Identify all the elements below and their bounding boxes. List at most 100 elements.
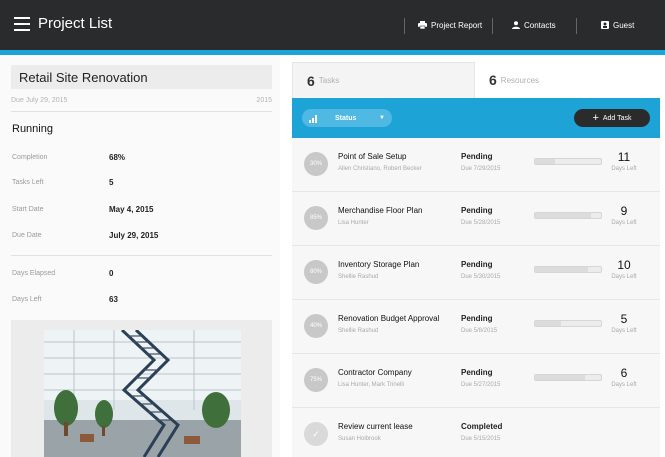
task-progress-badge: 80% [304,260,328,284]
project-title: Retail Site Renovation [19,70,148,85]
task-row[interactable]: 85% Merchandise Floor Plan Lisa Hunter P… [292,192,660,246]
task-name: Review current lease [338,422,413,431]
task-progress-badge: 75% [304,368,328,392]
task-name: Renovation Budget Approval [338,314,440,323]
plus-icon: + [592,112,599,124]
top-bar: Project List Project Report Contacts Gue… [0,0,665,50]
task-progress-badge: 40% [304,314,328,338]
stat-label: Days Left [12,296,42,303]
nav-divider [404,18,405,34]
project-photo-frame [11,320,272,457]
project-due-line: Due July 29, 2015 2015 [11,97,272,104]
days-label: Days Left [611,274,637,280]
nav-label: Contacts [524,20,556,30]
task-toolbar: Status ▼ + Add Task [292,98,660,138]
printer-icon [418,21,427,29]
task-name: Contractor Company [338,368,412,377]
nav-guest[interactable]: Guest [601,0,634,50]
task-row[interactable]: 30% Point of Sale Setup Allen Christiano… [292,138,660,192]
task-assignees: Shellie Rashud [338,328,379,334]
task-row[interactable]: 75% Contractor Company Lisa Hunter, Mark… [292,354,660,408]
task-progress-bar [534,212,602,219]
stat-value: 0 [109,269,114,278]
stat-label: Due Date [12,232,42,239]
status-filter-dropdown[interactable]: Status ▼ [302,109,392,127]
project-photo [44,330,241,457]
task-assignees: Susan Holbrook [338,436,381,442]
task-row[interactable]: 80% Inventory Storage Plan Shellie Rashu… [292,246,660,300]
task-row[interactable]: 40% Renovation Budget Approval Shellie R… [292,300,660,354]
days-number: 6 [620,366,628,380]
days-number: 9 [620,204,628,218]
task-progress-badge: 30% [304,152,328,176]
task-days-left: 5 Days Left [604,312,644,334]
nav-project-report[interactable]: Project Report [418,0,482,50]
stat-label: Tasks Left [12,179,44,186]
tab-label: Resources [500,75,540,85]
task-due: Due 5/28/2015 [461,220,501,226]
nav-label: Project Report [431,20,483,30]
stat-due-date: Due Date July 29, 2015 [12,231,272,240]
task-list: 30% Point of Sale Setup Allen Christiano… [292,138,660,457]
tab-tasks[interactable]: 6 Tasks [292,62,475,98]
days-label: Days Left [611,382,637,388]
task-due: Due 5/15/2015 [461,436,501,442]
stat-days-left: Days Left 63 [12,295,272,304]
bar-chart-icon [309,114,319,123]
stat-label: Start Date [12,206,44,213]
task-name: Merchandise Floor Plan [338,206,423,215]
brand[interactable]: Project List [14,15,112,32]
tab-resources[interactable]: 6 Resources [475,62,660,98]
add-task-label: Add Task [602,114,632,122]
nav-contacts[interactable]: Contacts [512,0,556,50]
stat-value: July 29, 2015 [109,231,159,240]
person-icon [512,21,520,29]
task-status: Pending [461,206,493,215]
task-progress-bar [534,374,602,381]
add-task-button[interactable]: + Add Task [574,109,650,127]
app-title: Project List [38,15,113,32]
stat-start-date: Start Date May 4, 2015 [12,205,272,214]
project-due-text: Due July 29, 2015 [11,97,68,104]
task-status: Completed [461,422,503,431]
nav-label: Guest [613,20,635,30]
tab-count: 6 [489,72,497,88]
task-due: Due 5/27/2015 [461,382,501,388]
days-label: Days Left [611,166,637,172]
stat-label: Days Elapsed [12,270,56,277]
task-days-left: 9 Days Left [604,204,644,226]
task-assignees: Lisa Hunter, Mark Trinelli [338,382,405,388]
task-progress-fill [535,321,562,326]
task-due: Due 5/30/2015 [461,274,501,280]
task-progress-bar [534,266,602,273]
menu-icon[interactable] [14,16,30,31]
task-due: Due 7/29/2015 [461,166,501,172]
task-progress-bar [534,158,602,165]
stat-completion: Completion 68% [12,153,272,162]
task-days-left: 6 Days Left [604,366,644,388]
stat-days-elapsed: Days Elapsed 0 [12,269,272,278]
task-status: Pending [461,152,493,161]
status-filter-label: Status [335,114,357,122]
task-status: Pending [461,368,493,377]
divider [11,111,272,112]
tab-label: Tasks [318,76,340,85]
tabs: 6 Tasks 6 Resources [292,62,660,98]
divider [11,255,272,256]
stat-value: 5 [109,178,114,187]
nav-divider [492,18,493,34]
task-name: Inventory Storage Plan [338,260,420,269]
task-progress-badge: 85% [304,206,328,230]
project-title-box: Retail Site Renovation [11,65,272,89]
task-row[interactable]: ✓ Review current lease Susan Holbrook Co… [292,408,660,457]
task-days-left: 10 Days Left [604,258,644,280]
task-status: Pending [461,260,493,269]
task-progress-bar [534,320,602,327]
task-progress-fill [535,159,555,164]
task-progress-fill [535,267,588,272]
project-details-panel: Retail Site Renovation Due July 29, 2015… [0,55,280,457]
days-number: 5 [620,312,628,326]
days-label: Days Left [611,328,637,334]
days-number: 11 [617,150,631,164]
caret-down-icon: ▼ [379,115,385,121]
